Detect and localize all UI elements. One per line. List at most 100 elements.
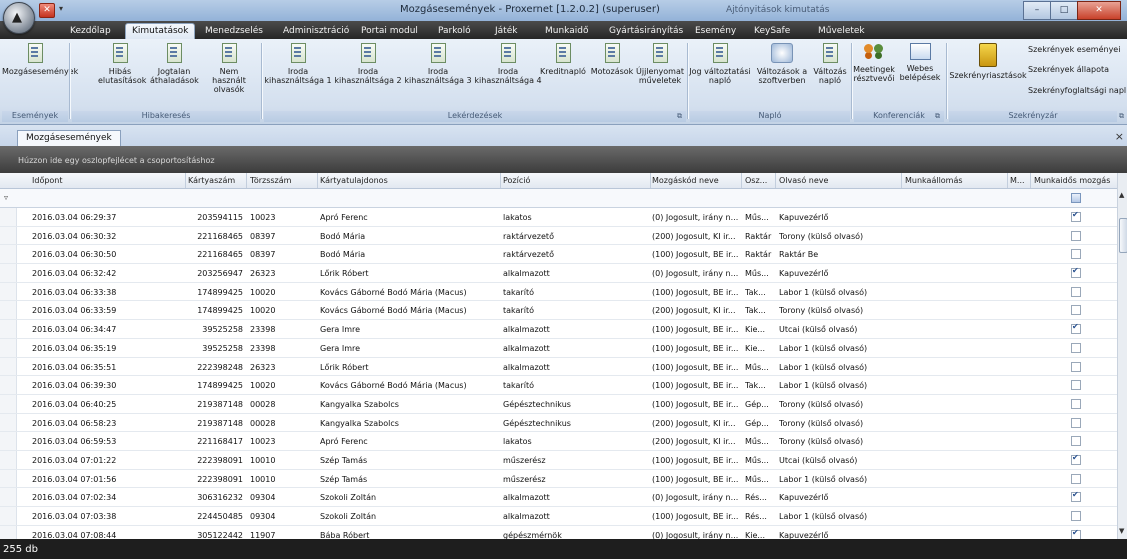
tab-keysafe[interactable]: KeySafe	[754, 24, 790, 39]
munkaidos-mozgas-checkbox[interactable]	[1071, 511, 1081, 521]
tab-muveletek[interactable]: Műveletek	[818, 24, 865, 39]
column-separator[interactable]	[185, 173, 186, 188]
column-header-kartyaszam[interactable]: Kártyaszám	[188, 176, 244, 185]
munkaidos-mozgas-checkbox[interactable]	[1071, 249, 1081, 260]
szekrenyek-allapota-link[interactable]: Szekrények állapota	[1028, 65, 1109, 74]
column-separator[interactable]	[741, 173, 742, 188]
column-header-idopont[interactable]: Időpont	[32, 176, 182, 185]
iroda-kihasznaltsaga-4-button[interactable]: Iroda kihasználtsága 4	[474, 43, 542, 85]
munkaidos-mozgas-checkbox[interactable]	[1071, 342, 1081, 353]
filter-icon[interactable]: ▿	[4, 193, 8, 202]
tab-menedzseles[interactable]: Menedzselés	[205, 24, 263, 39]
hibas-elutasitasok-button[interactable]: Hibás elutasítások	[98, 43, 146, 85]
tab-parkolo[interactable]: Parkoló	[438, 24, 471, 39]
column-separator[interactable]	[317, 173, 318, 188]
scroll-thumb[interactable]	[1119, 218, 1127, 253]
munkaidos-mozgas-checkbox[interactable]	[1071, 436, 1081, 447]
valtozas-naplo-button[interactable]: Változás napló	[810, 43, 850, 85]
quick-access-close-icon[interactable]: ✕	[39, 3, 55, 18]
minimize-button[interactable]: –	[1023, 1, 1051, 20]
table-row[interactable]: 2016.03.04 07:08:44 305122442 11907 Bába Ró…	[0, 525, 1117, 539]
szekrenyek-esemenyei-link[interactable]: Szekrények eseményei	[1028, 45, 1120, 54]
munkaidos-mozgas-checkbox[interactable]	[1071, 528, 1081, 539]
document-tab-mozgasesemenyek[interactable]: Mozgásesemények	[17, 130, 121, 146]
tab-esemeny[interactable]: Esemény	[695, 24, 736, 39]
szekrenyriasztasok-button[interactable]: Szekrényriasztások	[948, 43, 1028, 80]
jogtalan-athaladasok-button[interactable]: Jogtalan áthaladások	[150, 43, 199, 85]
column-separator[interactable]	[650, 173, 651, 188]
table-row[interactable]: 2016.03.04 06:35:51 222398248 26323 Lőrik R…	[0, 357, 1117, 377]
munkaidos-mozgas-checkbox[interactable]	[1071, 417, 1081, 428]
column-separator[interactable]	[1007, 173, 1008, 188]
row-indicator[interactable]	[0, 226, 17, 245]
column-separator[interactable]	[246, 173, 247, 188]
munkaidos-mozgas-checkbox[interactable]	[1071, 230, 1081, 241]
row-indicator[interactable]	[0, 338, 17, 357]
table-row[interactable]: 2016.03.04 06:34:47 39525258 23398 Gera Imr…	[0, 320, 1117, 339]
row-indicator[interactable]	[0, 432, 17, 450]
konferenciak-launcher-icon[interactable]: ⧉	[935, 112, 940, 121]
table-row[interactable]: 2016.03.04 06:39:30 174899425 10020 Kovács …	[0, 376, 1117, 395]
table-row[interactable]: 2016.03.04 06:29:37 203594115 10023 Apró Fe…	[0, 208, 1117, 227]
tab-kezdolap[interactable]: Kezdőlap	[70, 24, 111, 39]
table-row[interactable]: 2016.03.04 07:01:22 222398091 10010 Szép Ta…	[0, 450, 1117, 470]
table-row[interactable]: 2016.03.04 06:30:50 221168465 08397 Bodó Má…	[0, 245, 1117, 265]
column-header-m[interactable]: M...	[1010, 176, 1028, 185]
iroda-kihasznaltsaga-3-button[interactable]: Iroda kihasználtsága 3	[404, 43, 472, 85]
valtozasok-a-szoftverben-button[interactable]: Változások a szoftverben	[754, 43, 810, 85]
tab-kimutatasok[interactable]: Kimutatások	[125, 23, 196, 40]
row-indicator[interactable]	[0, 413, 17, 432]
table-row[interactable]: 2016.03.04 06:30:32 221168465 08397 Bodó Má…	[0, 226, 1117, 246]
table-row[interactable]: 2016.03.04 06:35:19 39525258 23398 Gera Imr…	[0, 338, 1117, 358]
row-indicator[interactable]	[0, 301, 17, 320]
ujjlenyomat-muveletek-button[interactable]: Újjlenyomat műveletek	[636, 43, 684, 85]
row-indicator[interactable]	[0, 208, 17, 226]
munkaidos-mozgas-checkbox[interactable]	[1071, 361, 1081, 372]
quick-access-dropdown-icon[interactable]: ▾	[59, 4, 63, 13]
munkaidos-mozgas-checkbox[interactable]	[1071, 453, 1081, 465]
munkaidos-mozgas-checkbox[interactable]	[1071, 398, 1081, 409]
tab-portai-modul[interactable]: Portai modul	[361, 24, 418, 39]
column-header-kartyatulajdonos[interactable]: Kártyatulajdonos	[320, 176, 498, 185]
table-row[interactable]: 2016.03.04 06:59:53 221168417 10023 Apró Fe…	[0, 432, 1117, 451]
szekrenyzar-launcher-icon[interactable]: ⧉	[1119, 112, 1124, 121]
row-indicator[interactable]	[0, 264, 17, 282]
app-menu-button[interactable]: ▲	[3, 2, 35, 34]
tab-gyartasiranyitas[interactable]: Gyártásirányítás	[609, 24, 683, 39]
munkaidos-mozgas-checkbox[interactable]	[1071, 286, 1081, 297]
munkaidos-mozgas-checkbox[interactable]	[1071, 473, 1081, 484]
munkaidos-mozgas-checkbox[interactable]	[1071, 322, 1081, 335]
mozgasesemenyek-button[interactable]: Mozgásesemények	[2, 43, 78, 76]
lekerdezesek-launcher-icon[interactable]: ⧉	[677, 112, 682, 121]
column-header-munkaallomas[interactable]: Munkaállomás	[905, 176, 1005, 185]
column-header-osztaly[interactable]: Osz...	[745, 176, 773, 185]
table-row[interactable]: 2016.03.04 06:33:38 174899425 10020 Kovács …	[0, 282, 1117, 302]
kreditnaplo-button[interactable]: Kreditnapló	[538, 43, 588, 76]
column-header-torzsszam[interactable]: Törzsszám	[250, 176, 314, 185]
vertical-scrollbar[interactable]: ▲ ▼	[1117, 173, 1127, 539]
column-header-mozgaskod-neve[interactable]: Mozgáskód neve	[652, 176, 738, 185]
table-row[interactable]: 2016.03.04 06:33:59 174899425 10020 Kovács …	[0, 301, 1117, 321]
szekrenyfoglaltsagi-naplo-link[interactable]: Szekrényfoglaltsági napló	[1028, 86, 1126, 95]
munkaidos-mozgas-checkbox[interactable]	[1071, 266, 1081, 279]
table-row[interactable]: 2016.03.04 06:58:23 219387148 00028 Kangyal…	[0, 413, 1117, 433]
row-indicator[interactable]	[0, 282, 17, 301]
row-indicator[interactable]	[0, 320, 17, 338]
grouping-panel[interactable]: Húzzon ide egy oszlopfejlécet a csoporto…	[0, 146, 1127, 173]
munkaidos-mozgas-checkbox[interactable]	[1071, 380, 1081, 391]
iroda-kihasznaltsaga-2-button[interactable]: Iroda kihasználtsága 2	[334, 43, 402, 85]
tab-adminisztracio[interactable]: Adminisztráció	[283, 24, 349, 39]
munkaidos-mozgas-checkbox[interactable]	[1071, 210, 1081, 222]
column-header-olvaso-neve[interactable]: Olvasó neve	[779, 176, 899, 185]
grid-filter-row[interactable]: ▿	[0, 189, 1117, 208]
row-indicator[interactable]	[0, 376, 17, 394]
close-button[interactable]: ✕	[1077, 1, 1121, 20]
munkaidos-mozgas-checkbox[interactable]	[1071, 490, 1081, 503]
tab-jatek[interactable]: Játék	[495, 24, 517, 39]
table-row[interactable]: 2016.03.04 07:02:34 306316232 09304 Szokoli…	[0, 488, 1117, 507]
table-row[interactable]: 2016.03.04 06:32:42 203256947 26323 Lőrik R…	[0, 264, 1117, 283]
webes-belepesek-button[interactable]: Webes belépések	[898, 43, 942, 82]
row-indicator[interactable]	[0, 394, 17, 413]
row-indicator[interactable]	[0, 450, 17, 469]
scroll-down-icon[interactable]: ▼	[1119, 527, 1124, 535]
